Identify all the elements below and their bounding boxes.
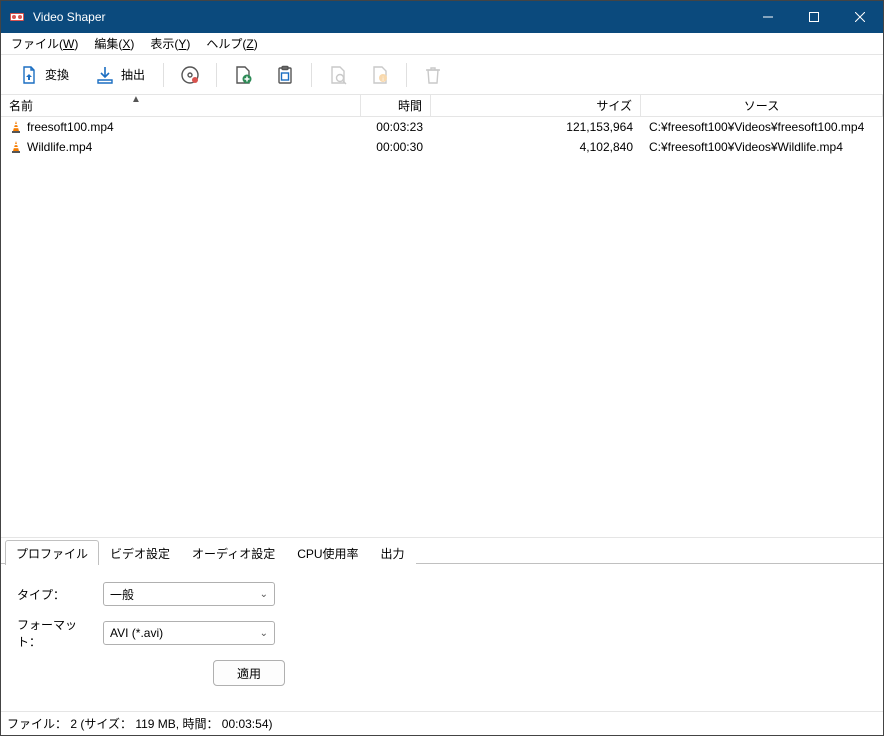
chevron-down-icon: ⌄ (260, 589, 268, 600)
file-info-button[interactable]: i (360, 61, 400, 89)
close-button[interactable] (837, 1, 883, 33)
column-name[interactable]: 名前 (1, 95, 361, 116)
toolbar-separator (311, 63, 312, 87)
toolbar-separator (406, 63, 407, 87)
titlebar: Video Shaper (1, 1, 883, 33)
disc-icon (180, 65, 200, 85)
format-value: AVI (*.avi) (110, 626, 163, 640)
extract-label: 抽出 (121, 66, 145, 83)
tabs: プロファイル ビデオ設定 オーディオ設定 CPU使用率 出力 (1, 538, 883, 564)
tab-body-profile: タイプ： 一般 ⌄ フォーマット： AVI (*.avi) ⌄ 適用 (1, 564, 883, 711)
apply-button[interactable]: 適用 (213, 660, 285, 686)
add-file-icon (233, 65, 253, 85)
column-size[interactable]: サイズ (431, 95, 641, 116)
type-label: タイプ： (17, 586, 95, 603)
status-text: ファイル： 2 (サイズ： 119 MB, 時間： 00:03:54) (7, 715, 273, 732)
trash-icon (423, 65, 443, 85)
column-source[interactable]: ソース (641, 95, 883, 116)
minimize-button[interactable] (745, 1, 791, 33)
extract-icon (95, 65, 115, 85)
file-info-icon: i (370, 65, 390, 85)
clipboard-icon (275, 65, 295, 85)
file-time: 00:03:23 (361, 120, 431, 134)
menubar: ファイル(W) 編集(X) 表示(Y) ヘルプ(Z) (1, 33, 883, 55)
column-header: ▲ 名前 時間 サイズ ソース (1, 95, 883, 117)
paste-button[interactable] (265, 61, 305, 89)
extract-button[interactable]: 抽出 (83, 61, 157, 89)
column-time[interactable]: 時間 (361, 95, 431, 116)
menu-view[interactable]: 表示(Y) (142, 33, 198, 54)
file-size: 121,153,964 (431, 120, 641, 134)
tab-audio[interactable]: オーディオ設定 (181, 540, 286, 565)
preview-button[interactable] (318, 61, 358, 89)
menu-help[interactable]: ヘルプ(Z) (198, 33, 265, 54)
type-select[interactable]: 一般 ⌄ (103, 582, 275, 606)
statusbar: ファイル： 2 (サイズ： 119 MB, 時間： 00:03:54) (1, 711, 883, 735)
chevron-down-icon: ⌄ (260, 628, 268, 639)
burn-disc-button[interactable] (170, 61, 210, 89)
window-title: Video Shaper (33, 10, 106, 24)
type-value: 一般 (110, 586, 134, 603)
file-name: freesoft100.mp4 (27, 120, 114, 134)
toolbar-separator (216, 63, 217, 87)
format-select[interactable]: AVI (*.avi) ⌄ (103, 621, 275, 645)
file-time: 00:00:30 (361, 140, 431, 154)
tab-profile[interactable]: プロファイル (5, 540, 99, 565)
table-row[interactable]: freesoft100.mp4 00:03:23 121,153,964 C:¥… (1, 117, 883, 137)
svg-text:i: i (382, 77, 383, 83)
table-row[interactable]: Wildlife.mp4 00:00:30 4,102,840 C:¥frees… (1, 137, 883, 157)
convert-button[interactable]: 変換 (7, 61, 81, 89)
convert-label: 変換 (45, 66, 69, 83)
file-name: Wildlife.mp4 (27, 140, 92, 154)
file-size: 4,102,840 (431, 140, 641, 154)
toolbar: 変換 抽出 i (1, 55, 883, 95)
tab-output[interactable]: 出力 (370, 540, 416, 565)
media-file-icon (9, 120, 23, 134)
bottom-panel: プロファイル ビデオ設定 オーディオ設定 CPU使用率 出力 タイプ： 一般 ⌄… (1, 537, 883, 711)
tab-cpu[interactable]: CPU使用率 (286, 540, 369, 565)
convert-icon (19, 65, 39, 85)
format-label: フォーマット： (17, 616, 95, 650)
add-file-button[interactable] (223, 61, 263, 89)
file-source: C:¥freesoft100¥Videos¥Wildlife.mp4 (641, 140, 883, 154)
toolbar-separator (163, 63, 164, 87)
file-list[interactable]: freesoft100.mp4 00:03:23 121,153,964 C:¥… (1, 117, 883, 537)
delete-button[interactable] (413, 61, 453, 89)
file-source: C:¥freesoft100¥Videos¥freesoft100.mp4 (641, 120, 883, 134)
preview-icon (328, 65, 348, 85)
app-icon (9, 9, 25, 25)
maximize-button[interactable] (791, 1, 837, 33)
menu-edit[interactable]: 編集(X) (86, 33, 142, 54)
sort-indicator-icon: ▲ (131, 94, 141, 105)
media-file-icon (9, 140, 23, 154)
tab-video[interactable]: ビデオ設定 (99, 540, 181, 565)
menu-file[interactable]: ファイル(W) (3, 33, 86, 54)
